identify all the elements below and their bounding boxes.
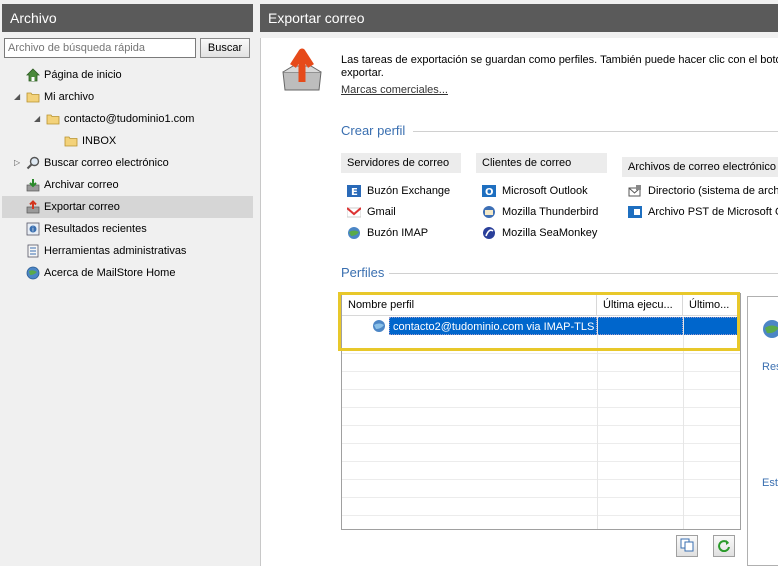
- gmail-icon: [346, 205, 362, 219]
- folder-icon: [64, 134, 78, 148]
- expanded-arrow-icon[interactable]: ◢: [14, 86, 20, 108]
- column-header-last[interactable]: Último...: [683, 294, 740, 316]
- imap-globe-icon: [347, 226, 361, 240]
- grid-line: [342, 479, 740, 480]
- grid-line: [342, 389, 740, 390]
- grid-line: [342, 407, 740, 408]
- profiles-title: Perfiles: [341, 265, 385, 280]
- section-divider: [413, 131, 778, 132]
- search-button[interactable]: Buscar: [200, 38, 250, 58]
- profiles-table[interactable]: Nombre perfil Última ejecu... Último... …: [341, 293, 741, 530]
- quick-search-input[interactable]: [4, 38, 196, 58]
- column-line: [597, 317, 598, 529]
- tree-item-search-mail[interactable]: ▷ Buscar correo electrónico: [2, 152, 253, 174]
- intro-line: Las tareas de exportación se guardan com…: [341, 54, 778, 66]
- side-label[interactable]: Esta: [762, 477, 778, 489]
- outlook-icon: O: [482, 184, 496, 198]
- recent-results-icon: i: [26, 222, 40, 236]
- tree-item-label: Exportar correo: [44, 201, 120, 213]
- tree-item-recent-results[interactable]: i Resultados recientes: [2, 218, 253, 240]
- tree-item-label: Resultados recientes: [44, 223, 147, 235]
- source-label: Mozilla Thunderbird: [502, 206, 599, 218]
- source-label: Directorio (sistema de archi: [648, 185, 778, 197]
- globe-icon: [762, 319, 778, 339]
- source-label: Gmail: [367, 206, 396, 218]
- grid-line: [342, 497, 740, 498]
- grid-line: [342, 425, 740, 426]
- copy-icon: [680, 538, 694, 555]
- copy-profile-button[interactable]: [676, 535, 698, 557]
- tree-item-label: contacto@tudominio1.com: [64, 113, 195, 125]
- side-label[interactable]: Res: [762, 361, 778, 373]
- tree-item-label: Mi archivo: [44, 91, 95, 103]
- group-header-mail-servers: Servidores de correo: [341, 153, 461, 173]
- archive-mail-icon: [26, 178, 40, 192]
- navigation-panel: Buscar Página de inicio ◢ Mi archivo ◢ c…: [2, 32, 253, 566]
- intro-text: Las tareas de exportación se guardan com…: [341, 54, 778, 80]
- column-line: [683, 317, 684, 529]
- tree-item-export-mail[interactable]: Exportar correo: [2, 196, 253, 218]
- last-run-cell[interactable]: [597, 317, 683, 335]
- tree-item-label: Archivar correo: [44, 179, 119, 191]
- tree-item-archive-mail[interactable]: Archivar correo: [2, 174, 253, 196]
- tree-item-label: INBOX: [82, 135, 117, 147]
- directory-envelope-icon: [628, 184, 642, 198]
- source-label: Archivo PST de Microsoft O: [648, 206, 778, 218]
- tree-item-label: Herramientas administrativas: [44, 245, 187, 257]
- create-profile-title: Crear perfil: [341, 123, 406, 138]
- tree-item-my-archive[interactable]: ◢ Mi archivo: [2, 86, 253, 108]
- magnifier-icon: [26, 156, 40, 170]
- admin-tools-icon: [26, 244, 40, 258]
- intro-line: exportar.: [341, 67, 384, 79]
- section-divider: [389, 273, 778, 274]
- source-label: Microsoft Outlook: [502, 185, 588, 197]
- column-header-last-run[interactable]: Última ejecu...: [597, 294, 683, 316]
- grid-line: [342, 353, 740, 354]
- refresh-button[interactable]: [713, 535, 735, 557]
- pst-file-icon: [628, 205, 642, 219]
- group-header-mail-files: Archivos de correo electrónico: [622, 157, 778, 177]
- export-box-icon: [279, 46, 325, 94]
- grid-line: [342, 515, 740, 516]
- globe-info-icon: [26, 266, 40, 280]
- trademarks-link[interactable]: Marcas comerciales...: [341, 84, 448, 96]
- profile-actions-panel: Res Esta: [747, 296, 778, 566]
- tree-item-home[interactable]: Página de inicio: [2, 64, 253, 86]
- thunderbird-icon: [482, 205, 496, 219]
- exchange-icon: E: [347, 184, 361, 198]
- group-header-mail-clients: Clientes de correo: [476, 153, 607, 173]
- refresh-icon: [717, 539, 731, 555]
- column-header-profile-name[interactable]: Nombre perfil: [342, 294, 597, 316]
- export-mail-icon: [26, 200, 40, 214]
- tree-item-label: Página de inicio: [44, 69, 122, 81]
- last-cell[interactable]: [683, 317, 740, 335]
- page-title: Exportar correo: [260, 4, 778, 32]
- source-label: Mozilla SeaMonkey: [502, 227, 598, 239]
- source-label: Buzón Exchange: [367, 185, 451, 197]
- grid-line: [342, 461, 740, 462]
- grid-line: [342, 371, 740, 372]
- imap-profile-icon: [372, 319, 386, 333]
- grid-line: [342, 443, 740, 444]
- tree-item-account[interactable]: ◢ contacto@tudominio1.com: [2, 108, 253, 130]
- tree-item-about[interactable]: Acerca de MailStore Home: [2, 262, 253, 284]
- export-mail-content: Las tareas de exportación se guardan com…: [260, 38, 778, 566]
- folder-icon: [46, 112, 60, 126]
- expanded-arrow-icon[interactable]: ◢: [34, 108, 40, 130]
- archive-panel-title: Archivo: [2, 4, 253, 32]
- panel-splitter[interactable]: [253, 0, 260, 566]
- tree-item-inbox[interactable]: INBOX: [2, 130, 253, 152]
- tree-item-label: Acerca de MailStore Home: [44, 267, 176, 279]
- tree-item-label: Buscar correo electrónico: [44, 157, 169, 169]
- home-icon: [26, 68, 40, 82]
- collapsed-arrow-icon[interactable]: ▷: [14, 152, 20, 174]
- tree-item-admin-tools[interactable]: Herramientas administrativas: [2, 240, 253, 262]
- svg-text:E: E: [351, 187, 358, 198]
- source-label: Buzón IMAP: [367, 227, 429, 239]
- svg-text:O: O: [485, 187, 494, 198]
- profile-name-cell[interactable]: contacto2@tudominio.com via IMAP-TLS: [389, 317, 597, 335]
- seamonkey-icon: [482, 226, 496, 240]
- folder-icon: [26, 90, 40, 104]
